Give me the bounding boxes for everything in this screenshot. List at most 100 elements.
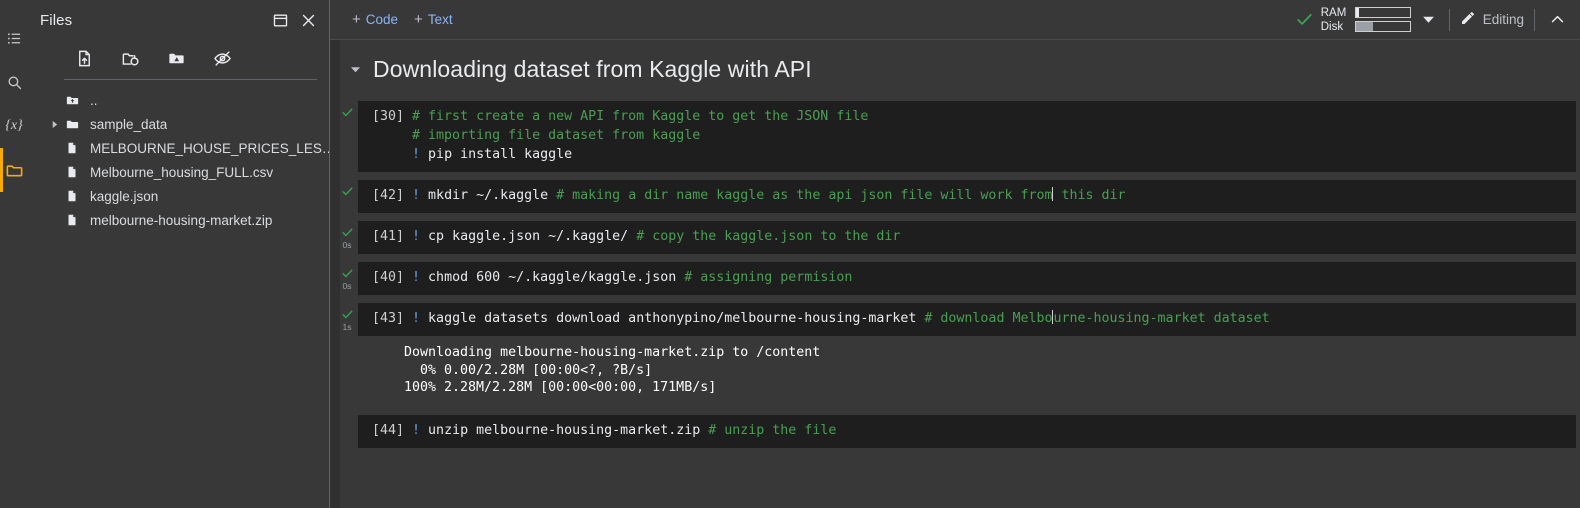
cell-exec-count: [44] [372, 422, 413, 438]
notebook-toolbar: + Code + Text RAM Disk Editing [330, 0, 1580, 40]
add-code-label: Code [365, 12, 399, 27]
editing-label: Editing [1482, 12, 1524, 27]
ram-meter-fill [1355, 8, 1359, 17]
list-item-label: Melbourne_housing_FULL.csv [90, 164, 274, 180]
code-cell[interactable]: [44] ! unzip melbourne-housing-market.zi… [340, 414, 1580, 448]
cell-runtime: 0s [342, 281, 352, 291]
cell-source[interactable]: [30] # first create a new API from Kaggl… [358, 101, 1576, 172]
rail-item-files[interactable] [0, 148, 28, 192]
ram-label: RAM [1320, 6, 1347, 19]
notebook-scroll-area[interactable]: Downloading dataset from Kaggle with API… [330, 40, 1580, 508]
files-list: .. sample_data MELBOURNE_HOUSE_PRICES_LE… [28, 80, 329, 232]
cell-exec-count: [40] [372, 270, 413, 285]
list-item[interactable]: kaggle.json [28, 184, 329, 208]
refresh-folder-icon[interactable] [118, 46, 142, 70]
hide-eye-icon[interactable] [210, 46, 234, 70]
cell-exec-count: [42] [372, 188, 413, 203]
check-icon [341, 185, 354, 198]
cell-run-button[interactable] [336, 185, 358, 198]
disk-label: Disk [1320, 20, 1344, 33]
code-token: urne-housing-market dataset [1053, 311, 1270, 326]
resource-usage-indicator[interactable]: RAM Disk [1295, 7, 1439, 33]
cell-runtime: 1s [342, 322, 352, 332]
left-icon-rail: {x} [0, 0, 28, 508]
output-line: 0% 0.00/2.28M [00:00<?, ?B/s] [404, 362, 653, 378]
code-cell[interactable]: 1s [43] ! kaggle datasets download anthon… [340, 303, 1580, 407]
pencil-icon [1460, 10, 1476, 29]
code-token: # first create a new API from Kaggle to … [412, 109, 869, 124]
check-icon [341, 226, 354, 239]
section-header[interactable]: Downloading dataset from Kaggle with API [340, 40, 1580, 93]
code-line: [42] ! mkdir ~/.kaggle # making a dir na… [358, 186, 1576, 205]
list-item[interactable]: sample_data [28, 112, 329, 136]
mount-drive-icon[interactable] [164, 46, 188, 70]
code-token: this dir [1053, 188, 1126, 203]
code-token: unzip melbourne-housing-market.zip [420, 422, 709, 438]
new-window-icon[interactable] [267, 7, 293, 33]
code-token: chmod 600 ~/.kaggle/kaggle.json [420, 270, 685, 285]
code-token: mkdir ~/.kaggle [420, 188, 557, 203]
cell-exec-count: [30] [372, 109, 413, 124]
code-token: # download Melbo [924, 311, 1053, 326]
cell-source[interactable]: [43] ! kaggle datasets download anthonyp… [358, 303, 1576, 336]
code-cell[interactable]: [42] ! mkdir ~/.kaggle # making a dir na… [340, 180, 1580, 213]
check-icon [341, 106, 354, 119]
cell-source[interactable]: [42] ! mkdir ~/.kaggle # making a dir na… [358, 180, 1576, 213]
code-line: [43] ! kaggle datasets download anthonyp… [358, 309, 1576, 328]
rail-item-table-of-contents[interactable] [0, 16, 28, 60]
cell-source[interactable]: [41] ! cp kaggle.json ~/.kaggle/ # copy … [358, 221, 1576, 254]
cell-run-button[interactable]: 0s [336, 267, 358, 291]
cell-run-button[interactable]: 1s [336, 308, 358, 332]
list-item[interactable]: MELBOURNE_HOUSE_PRICES_LES… [28, 136, 329, 160]
cell-run-button[interactable]: 0s [336, 226, 358, 250]
chevron-down-icon[interactable] [1418, 13, 1439, 26]
list-item-label: melbourne-housing-market.zip [90, 212, 273, 228]
rail-item-variables[interactable]: {x} [0, 104, 28, 148]
list-item[interactable]: .. [28, 88, 329, 112]
editing-mode-button[interactable]: Editing [1460, 10, 1524, 29]
code-cell[interactable]: 0s [40] ! chmod 600 ~/.kaggle/kaggle.json… [340, 262, 1580, 295]
rail-item-search[interactable] [0, 60, 28, 104]
cell-source[interactable]: [40] ! chmod 600 ~/.kaggle/kaggle.json #… [358, 262, 1576, 295]
file-icon [62, 165, 82, 179]
cell-source[interactable]: [44] ! unzip melbourne-housing-market.zi… [358, 414, 1576, 448]
upload-file-icon[interactable] [72, 46, 96, 70]
cell-exec-count: [43] [372, 311, 413, 326]
disk-meter-fill [1355, 22, 1373, 31]
files-panel-title: Files [40, 11, 73, 29]
list-item[interactable]: Melbourne_housing_FULL.csv [28, 160, 329, 184]
file-icon [62, 213, 82, 227]
search-icon [6, 74, 23, 91]
files-toolbar [28, 40, 329, 76]
resource-meters: RAM Disk [1321, 7, 1411, 33]
code-token: ! [412, 188, 421, 203]
add-code-cell-button[interactable]: + Code [344, 8, 406, 31]
ram-meter [1354, 7, 1411, 18]
add-text-cell-button[interactable]: + Text [406, 8, 461, 31]
list-item[interactable]: melbourne-housing-market.zip [28, 208, 329, 232]
variables-icon: {x} [5, 118, 23, 133]
files-panel: Files .. sample_data MELBOURNE_HOUSE_PRI… [28, 0, 330, 508]
plus-icon: + [352, 11, 361, 28]
chevron-down-icon[interactable] [350, 64, 361, 75]
code-line: # importing file dataset from kaggle [358, 126, 1576, 145]
check-icon [341, 267, 354, 280]
list-item-label: sample_data [90, 116, 168, 132]
cell-output: Downloading melbourne-housing-market.zip… [358, 336, 1580, 407]
list-item-label: kaggle.json [90, 188, 159, 204]
close-icon[interactable] [295, 7, 321, 33]
list-icon [6, 30, 23, 47]
code-token: # copy the kaggle.json to the dir [636, 229, 901, 244]
code-cell[interactable]: [30] # first create a new API from Kaggl… [340, 101, 1580, 172]
code-token: # importing file dataset from kaggle [412, 128, 701, 143]
code-token: ! [412, 147, 421, 162]
chevron-up-icon[interactable] [1545, 11, 1570, 28]
files-panel-header: Files [28, 0, 329, 40]
code-cell[interactable]: 0s [41] ! cp kaggle.json ~/.kaggle/ # cop… [340, 221, 1580, 254]
chevron-right-icon[interactable] [46, 116, 62, 132]
code-token: pip install kaggle [420, 147, 573, 162]
code-token: cp kaggle.json ~/.kaggle/ [420, 229, 637, 244]
cell-runtime: 0s [342, 240, 352, 250]
folder-icon [62, 117, 82, 132]
cell-run-button[interactable] [336, 106, 358, 119]
